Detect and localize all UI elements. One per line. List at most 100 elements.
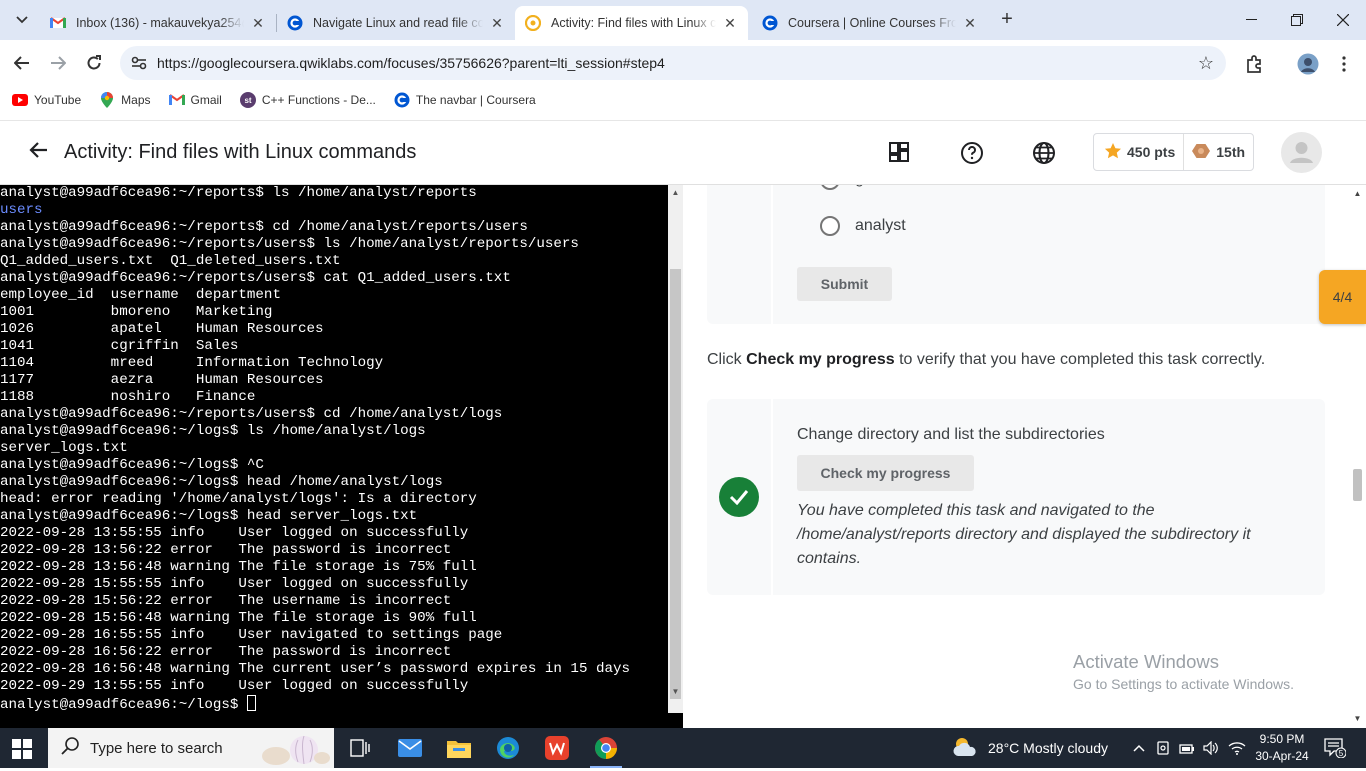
minimize-icon bbox=[1245, 19, 1257, 20]
bookmark-label: C++ Functions - De... bbox=[261, 93, 376, 107]
bookmark-gmail[interactable]: Gmail bbox=[168, 92, 222, 108]
tab-strip: Inbox (136) - makauvekya254@ ✕ Navigate … bbox=[0, 0, 1366, 40]
minimize-button[interactable] bbox=[1228, 0, 1274, 40]
terminal-line: 1177 aezra Human Resources bbox=[0, 372, 324, 388]
task-success-message: You have completed this task and navigat… bbox=[797, 502, 1251, 567]
profile-avatar-icon[interactable] bbox=[1296, 52, 1320, 76]
notification-center-icon[interactable]: 5 bbox=[1324, 738, 1347, 759]
chevron-down-icon bbox=[16, 16, 28, 24]
language-globe-icon[interactable] bbox=[1032, 141, 1056, 165]
checkmark-icon bbox=[719, 477, 759, 517]
terminal-line: analyst@a99adf6cea96:~/logs$ ls /home/an… bbox=[0, 423, 426, 439]
bookmark-navbar-coursera[interactable]: The navbar | Coursera bbox=[394, 92, 536, 108]
back-button[interactable] bbox=[8, 49, 36, 77]
user-avatar[interactable] bbox=[1281, 132, 1322, 173]
show-hidden-icons-chevron-icon[interactable] bbox=[1128, 728, 1150, 768]
tab-navigate-linux[interactable]: Navigate Linux and read file co ✕ bbox=[277, 6, 515, 40]
task-view-icon[interactable] bbox=[336, 728, 384, 768]
site-settings-icon[interactable] bbox=[124, 56, 154, 70]
terminal-line: 1188 noshiro Finance bbox=[0, 389, 256, 405]
check-my-progress-button[interactable]: Check my progress bbox=[797, 455, 974, 491]
studytonight-icon: st bbox=[239, 92, 256, 108]
meet-now-icon[interactable] bbox=[1154, 728, 1174, 768]
edge-browser-icon[interactable] bbox=[484, 728, 532, 768]
points-rank-widget[interactable]: 450 pts 15th bbox=[1093, 133, 1254, 171]
help-icon[interactable] bbox=[960, 141, 984, 165]
card-divider bbox=[771, 185, 773, 324]
radio-option-previous[interactable] bbox=[820, 185, 840, 190]
page-title: Activity: Find files with Linux commands bbox=[64, 141, 417, 163]
weather-widget[interactable]: 28°C Mostly cloudy bbox=[952, 728, 1108, 768]
tab-title: Activity: Find files with Linux co bbox=[551, 16, 716, 30]
svg-text:st: st bbox=[244, 96, 251, 105]
restore-button[interactable] bbox=[1274, 0, 1320, 40]
terminal-line: analyst@a99adf6cea96:~/reports/users$ cd… bbox=[0, 406, 503, 422]
terminal-line: 2022-09-29 13:55:55 info User logged on … bbox=[0, 678, 469, 694]
page-scrollbar[interactable]: ▲ ▼ bbox=[1349, 185, 1366, 728]
clock-time: 9:50 PM bbox=[1259, 732, 1305, 746]
bookmark-cpp-functions[interactable]: st C++ Functions - De... bbox=[239, 92, 376, 108]
search-icon bbox=[60, 736, 82, 761]
taskbar-search[interactable]: Type here to search bbox=[48, 728, 334, 768]
terminal-scrollbar[interactable]: ▲ ▼ bbox=[668, 185, 683, 713]
tab-activity-find-files[interactable]: Activity: Find files with Linux co ✕ bbox=[515, 6, 748, 40]
terminal-line: analyst@a99adf6cea96:~/reports/users$ ca… bbox=[0, 270, 511, 286]
close-window-button[interactable] bbox=[1320, 0, 1366, 40]
terminal-line: 1001 bmoreno Marketing bbox=[0, 304, 273, 320]
coursera-icon bbox=[287, 15, 303, 31]
wifi-icon[interactable] bbox=[1226, 728, 1248, 768]
windows-start-icon[interactable] bbox=[12, 739, 32, 759]
terminal-cursor[interactable] bbox=[246, 695, 256, 711]
system-clock[interactable]: 9:50 PM 30-Apr-24 bbox=[1252, 731, 1312, 765]
back-arrow-button[interactable] bbox=[28, 141, 54, 165]
step-indicator[interactable]: 4/4 bbox=[1319, 270, 1366, 324]
dashboard-icon[interactable] bbox=[888, 141, 912, 165]
file-explorer-icon[interactable] bbox=[435, 728, 483, 768]
submit-button[interactable]: Submit bbox=[797, 267, 892, 301]
tab-search-button[interactable] bbox=[8, 8, 36, 32]
chrome-browser-icon[interactable] bbox=[582, 728, 630, 768]
scroll-up-icon[interactable]: ▲ bbox=[1349, 187, 1366, 201]
close-icon[interactable]: ✕ bbox=[722, 15, 738, 32]
scroll-down-icon[interactable]: ▼ bbox=[668, 685, 683, 699]
url-text: https://googlecoursera.qwiklabs.com/focu… bbox=[157, 55, 665, 71]
close-icon[interactable]: ✕ bbox=[250, 15, 266, 32]
radio-option-analyst[interactable] bbox=[820, 216, 840, 236]
battery-icon[interactable] bbox=[1177, 728, 1197, 768]
bookmark-youtube[interactable]: YouTube bbox=[12, 92, 81, 108]
reload-icon bbox=[87, 55, 101, 70]
new-tab-button[interactable]: + bbox=[996, 8, 1018, 32]
address-bar[interactable]: https://googlecoursera.qwiklabs.com/focu… bbox=[120, 46, 1226, 80]
watermark-line1: Activate Windows bbox=[1073, 651, 1219, 672]
scroll-up-icon[interactable]: ▲ bbox=[668, 186, 683, 200]
partly-cloudy-icon bbox=[952, 736, 978, 761]
clock-date: 30-Apr-24 bbox=[1255, 749, 1309, 763]
points-value: 450 pts bbox=[1127, 144, 1176, 160]
bookmark-maps[interactable]: Maps bbox=[99, 92, 151, 108]
scrollbar-thumb[interactable] bbox=[1353, 469, 1362, 501]
close-icon[interactable]: ✕ bbox=[489, 15, 505, 32]
rank-display: 15th bbox=[1183, 134, 1245, 170]
coursera-icon bbox=[394, 92, 410, 108]
weather-text: 28°C Mostly cloudy bbox=[988, 740, 1108, 756]
terminal-panel[interactable]: analyst@a99adf6cea96:~/reports$ ls /home… bbox=[0, 185, 683, 728]
wps-office-icon[interactable] bbox=[533, 728, 581, 768]
forward-button[interactable] bbox=[44, 49, 72, 77]
menu-kebab-icon[interactable] bbox=[1332, 52, 1356, 76]
scrollbar-thumb[interactable] bbox=[670, 269, 681, 699]
terminal-line: analyst@a99adf6cea96:~/reports$ cd /home… bbox=[0, 219, 528, 235]
mail-app-icon[interactable] bbox=[386, 728, 434, 768]
tab-coursera[interactable]: Coursera | Online Courses From ✕ bbox=[752, 6, 988, 40]
extensions-icon[interactable] bbox=[1242, 52, 1266, 76]
bookmark-star-icon[interactable]: ☆ bbox=[1198, 53, 1214, 74]
close-icon[interactable]: ✕ bbox=[962, 15, 978, 32]
terminal-output: analyst@a99adf6cea96:~/reports$ ls /home… bbox=[0, 185, 668, 713]
volume-icon[interactable] bbox=[1201, 728, 1221, 768]
terminal-line: Q1_added_users.txt Q1_deleted_users.txt bbox=[0, 253, 341, 269]
scroll-down-icon[interactable]: ▼ bbox=[1349, 712, 1366, 726]
terminal-line: analyst@a99adf6cea96:~/logs$ ^C bbox=[0, 457, 264, 473]
tab-gmail[interactable]: Inbox (136) - makauvekya254@ ✕ bbox=[40, 6, 276, 40]
qwiklabs-icon bbox=[525, 15, 541, 31]
reload-button[interactable] bbox=[80, 49, 108, 77]
terminal-line: 2022-09-28 16:56:48 warning The current … bbox=[0, 661, 631, 677]
